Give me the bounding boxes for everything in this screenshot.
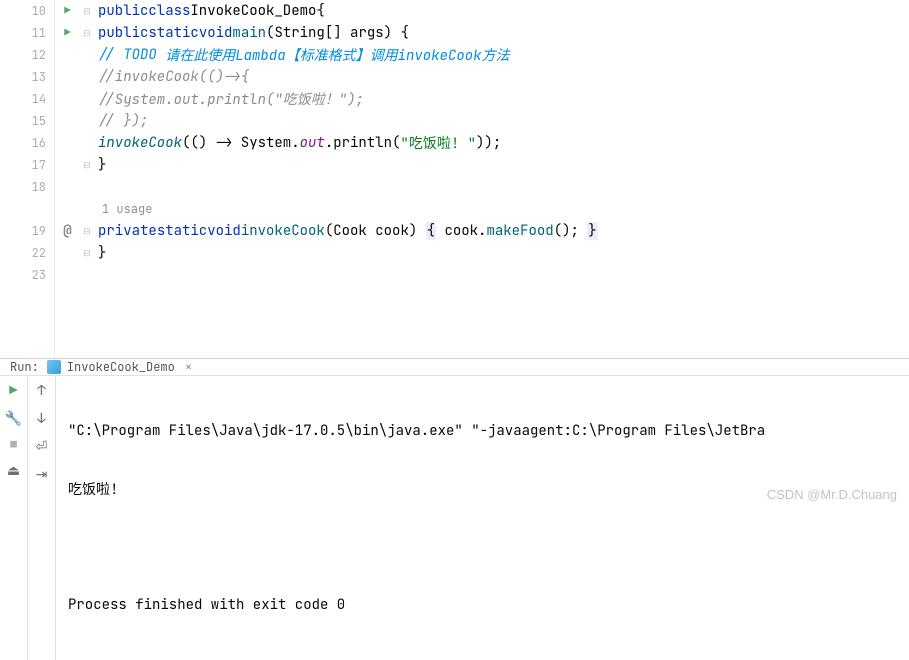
line-number: 10 bbox=[0, 0, 54, 22]
run-tab-label: InvokeCook_Demo bbox=[67, 359, 175, 375]
usage-hint[interactable]: 1 usage bbox=[98, 201, 152, 217]
fold-column: ⊟ ⊟ ⊟ ⊟ ⊟ bbox=[80, 0, 94, 358]
run-class-icon[interactable]: ▶ bbox=[64, 4, 71, 18]
run-toolbar-primary: ▶ 🔧 ■ ⏏ bbox=[0, 376, 28, 660]
run-main-icon[interactable]: ▶ bbox=[64, 26, 71, 40]
run-config-icon bbox=[47, 360, 61, 374]
scroll-end-icon[interactable]: ⇥ bbox=[36, 466, 48, 484]
wrench-icon[interactable]: 🔧 bbox=[5, 410, 22, 428]
line-number: 22 bbox=[0, 242, 54, 264]
fold-toggle-icon[interactable]: ⊟ bbox=[80, 22, 94, 44]
fold-toggle-icon[interactable]: ⊟ bbox=[80, 0, 94, 22]
console-output[interactable]: "C:\Program Files\Java\jdk-17.0.5\bin\ja… bbox=[56, 376, 909, 660]
line-number: 19 bbox=[0, 220, 54, 242]
run-label: Run: bbox=[10, 359, 39, 375]
line-number: 15 bbox=[0, 110, 54, 132]
line-number: 14 bbox=[0, 88, 54, 110]
line-number: 17 bbox=[0, 154, 54, 176]
watermark: CSDN @Mr.D.Chuang bbox=[767, 487, 897, 502]
line-number: 18 bbox=[0, 176, 54, 198]
run-panel-header: Run: InvokeCook_Demo × bbox=[0, 359, 909, 376]
gutter-icon-column: ▶ ▶ @ bbox=[55, 0, 80, 358]
code-content[interactable]: public class InvokeCook_Demo { public st… bbox=[94, 0, 909, 358]
code-editor[interactable]: 10 11 12 13 14 15 16 17 18 19 22 23 ▶ ▶ … bbox=[0, 0, 909, 358]
close-tab-icon[interactable]: × bbox=[185, 359, 192, 375]
line-number: 11 bbox=[0, 22, 54, 44]
fold-end-icon[interactable]: ⊟ bbox=[80, 242, 94, 264]
soft-wrap-icon[interactable]: ⏎ bbox=[36, 438, 48, 456]
line-number: 16 bbox=[0, 132, 54, 154]
stop-icon[interactable]: ■ bbox=[10, 438, 17, 452]
rerun-icon[interactable]: ▶ bbox=[9, 382, 17, 400]
line-number bbox=[0, 198, 54, 220]
console-line: Process finished with exit code 0 bbox=[68, 594, 897, 616]
fold-end-icon[interactable]: ⊟ bbox=[80, 154, 94, 176]
override-icon[interactable]: @ bbox=[63, 222, 71, 240]
down-arrow-icon[interactable]: ↓ bbox=[37, 410, 45, 428]
line-number: 12 bbox=[0, 44, 54, 66]
exit-icon[interactable]: ⏏ bbox=[7, 462, 20, 480]
line-number: 23 bbox=[0, 264, 54, 286]
line-number-gutter: 10 11 12 13 14 15 16 17 18 19 22 23 bbox=[0, 0, 55, 358]
run-toolbar-secondary: ↑ ↓ ⏎ ⇥ bbox=[28, 376, 56, 660]
line-number: 13 bbox=[0, 66, 54, 88]
console-line: "C:\Program Files\Java\jdk-17.0.5\bin\ja… bbox=[68, 420, 897, 442]
up-arrow-icon[interactable]: ↑ bbox=[37, 382, 45, 400]
fold-toggle-icon[interactable]: ⊟ bbox=[80, 220, 94, 242]
run-tab[interactable]: InvokeCook_Demo × bbox=[39, 359, 200, 375]
